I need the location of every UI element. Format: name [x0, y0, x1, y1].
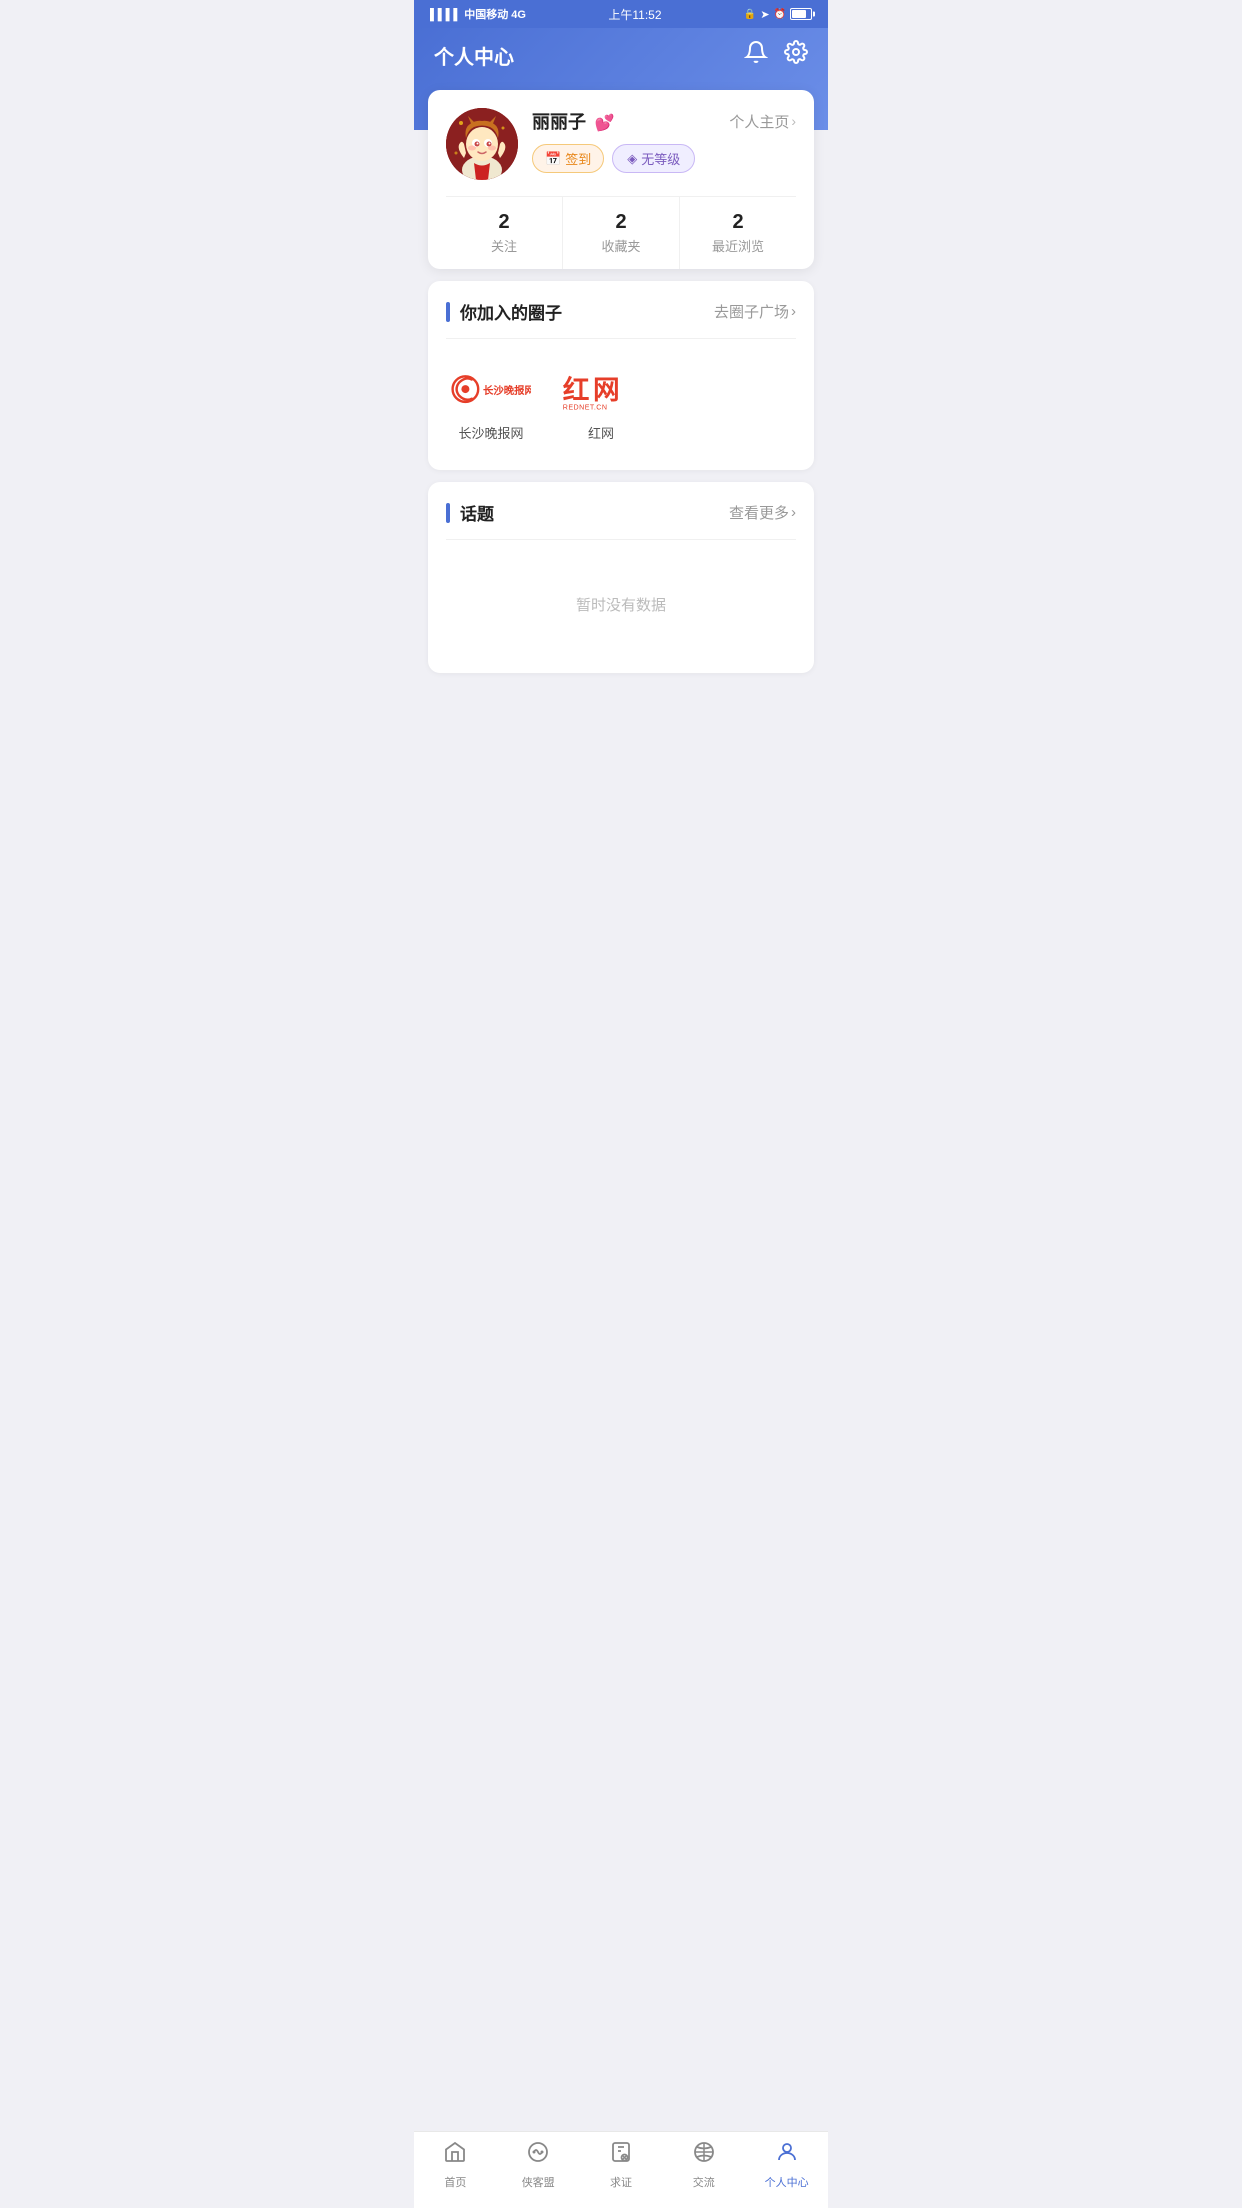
circles-link[interactable]: 去圈子广场 › — [714, 301, 796, 322]
profile-page-label: 个人主页 — [729, 111, 789, 132]
circles-title: 你加入的圈子 — [446, 299, 562, 324]
nav-item-xia[interactable]: 侠客盟 — [497, 2140, 580, 2190]
page-title: 个人中心 — [434, 41, 514, 70]
recent-count: 2 — [680, 211, 796, 234]
qiuzheng-label: 求证 — [610, 2174, 632, 2190]
svg-text:长沙晚报网: 长沙晚报网 — [483, 383, 531, 396]
circles-list: 长沙晚报网 长沙晚报网 红 网 REDNET.CN 红 — [446, 353, 796, 452]
circles-title-text: 你加入的圈子 — [460, 299, 562, 324]
nav-item-qiuzheng[interactable]: 求证 — [580, 2140, 663, 2190]
changsha-logo: 长沙晚报网 — [451, 363, 531, 415]
home-icon — [443, 2140, 467, 2170]
topics-blue-bar — [446, 503, 450, 523]
level-label: 无等级 — [641, 149, 680, 168]
rednet-name: 红网 — [588, 423, 614, 442]
carrier-info: ▌▌▌▌ 中国移动 4G — [430, 6, 526, 22]
topics-section: 话题 查看更多 › 暂时没有数据 — [428, 482, 814, 673]
jiaoliu-icon — [692, 2140, 716, 2170]
topics-header: 话题 查看更多 › — [446, 500, 796, 525]
lock-icon: 🔒 — [744, 9, 756, 20]
username-wrapper: 丽丽子 💕 — [532, 108, 614, 134]
diamond-icon: ◈ — [627, 151, 637, 167]
badges: 📅 签到 ◈ 无等级 — [532, 144, 796, 173]
svg-text:红: 红 — [563, 375, 590, 405]
topics-title: 话题 — [446, 500, 494, 525]
profile-top: 丽丽子 💕 个人主页 › 📅 签到 ◈ 无等级 — [446, 108, 796, 180]
checkin-badge[interactable]: 📅 签到 — [532, 144, 604, 173]
username-row: 丽丽子 💕 个人主页 › — [532, 108, 796, 134]
stat-recent[interactable]: 2 最近浏览 — [680, 197, 796, 269]
settings-button[interactable] — [784, 40, 808, 70]
circle-item-rednet[interactable]: 红 网 REDNET.CN 红网 — [556, 363, 646, 442]
circles-link-label: 去圈子广场 — [714, 301, 789, 322]
checkin-label: 签到 — [565, 149, 591, 168]
profile-nav-icon — [775, 2140, 799, 2170]
level-badge[interactable]: ◈ 无等级 — [612, 144, 695, 173]
changsha-name: 长沙晚报网 — [458, 423, 523, 442]
stats-row: 2 关注 2 收藏夹 2 最近浏览 — [446, 196, 796, 269]
circle-item-changsha[interactable]: 长沙晚报网 长沙晚报网 — [446, 363, 536, 442]
circles-header: 你加入的圈子 去圈子广场 › — [446, 299, 796, 324]
home-label: 首页 — [444, 2174, 466, 2190]
topics-title-text: 话题 — [460, 500, 494, 525]
nav-item-home[interactable]: 首页 — [414, 2140, 497, 2190]
avatar[interactable] — [446, 108, 518, 180]
topics-arrow-icon: › — [791, 504, 796, 521]
profile-nav-label: 个人中心 — [765, 2174, 809, 2190]
qiuzheng-icon — [609, 2140, 633, 2170]
checkin-icon: 📅 — [545, 151, 561, 167]
status-icons: 🔒 ➤ ⏰ — [744, 8, 812, 21]
xia-icon — [526, 2140, 550, 2170]
status-bar: ▌▌▌▌ 中国移动 4G 上午11:52 🔒 ➤ ⏰ — [414, 0, 828, 28]
profile-card: 丽丽子 💕 个人主页 › 📅 签到 ◈ 无等级 — [428, 90, 814, 269]
battery-icon — [790, 8, 812, 20]
header-actions — [744, 40, 808, 70]
empty-state: 暂时没有数据 — [446, 554, 796, 655]
username-emoji: 💕 — [594, 115, 614, 132]
svg-text:REDNET.CN: REDNET.CN — [563, 403, 608, 411]
topics-divider — [446, 539, 796, 540]
stat-following[interactable]: 2 关注 — [446, 197, 563, 269]
location-icon: ➤ — [760, 8, 769, 21]
profile-info: 丽丽子 💕 个人主页 › 📅 签到 ◈ 无等级 — [532, 108, 796, 173]
signal-icon: ▌▌▌▌ — [430, 9, 464, 21]
notification-button[interactable] — [744, 40, 768, 70]
rednet-logo: 红 网 REDNET.CN — [561, 363, 641, 415]
nav-item-jiaoliu[interactable]: 交流 — [662, 2140, 745, 2190]
circles-arrow-icon: › — [791, 303, 796, 320]
bottom-nav: 首页 侠客盟 求证 — [414, 2131, 828, 2208]
following-label: 关注 — [446, 236, 562, 255]
carrier-name: 中国移动 — [464, 9, 508, 21]
favorites-label: 收藏夹 — [563, 236, 679, 255]
circles-divider — [446, 338, 796, 339]
network-type: 4G — [511, 9, 526, 21]
username: 丽丽子 — [532, 112, 586, 132]
topics-more-link[interactable]: 查看更多 › — [729, 502, 796, 523]
jiaoliu-label: 交流 — [693, 2174, 715, 2190]
empty-text: 暂时没有数据 — [576, 597, 666, 614]
xia-label: 侠客盟 — [522, 2174, 555, 2190]
arrow-icon: › — [791, 113, 796, 129]
blue-accent-bar — [446, 302, 450, 322]
time-display: 上午11:52 — [608, 6, 661, 23]
nav-item-profile[interactable]: 个人中心 — [745, 2140, 828, 2190]
alarm-icon: ⏰ — [774, 9, 786, 20]
recent-label: 最近浏览 — [680, 236, 796, 255]
svg-text:网: 网 — [593, 375, 620, 405]
profile-page-link[interactable]: 个人主页 › — [729, 111, 796, 132]
circles-section: 你加入的圈子 去圈子广场 › 长沙晚报网 — [428, 281, 814, 470]
stat-favorites[interactable]: 2 收藏夹 — [563, 197, 680, 269]
favorites-count: 2 — [563, 211, 679, 234]
topics-link-label: 查看更多 — [729, 502, 789, 523]
following-count: 2 — [446, 211, 562, 234]
